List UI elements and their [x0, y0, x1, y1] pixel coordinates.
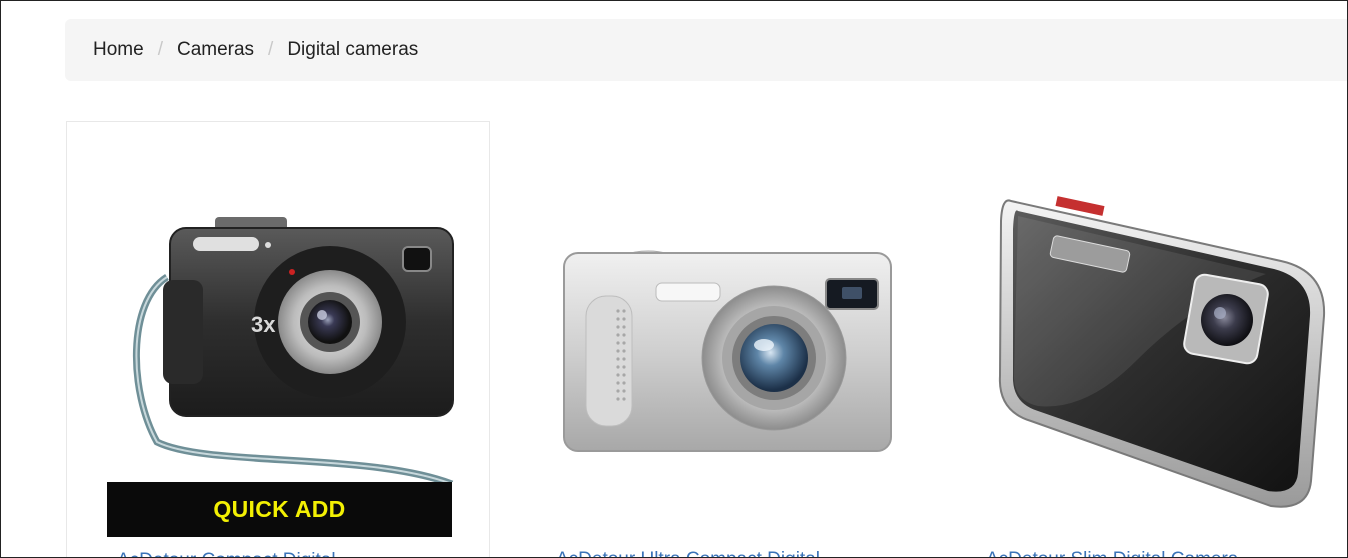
breadcrumb-cameras-link[interactable]: Cameras: [177, 39, 254, 61]
product-card[interactable]: AcDetour Ultra Compact Digital: [506, 121, 930, 557]
product-image-slim-camera[interactable]: [936, 121, 1348, 521]
product-title-link[interactable]: AcDetour Compact Digital: [117, 550, 336, 557]
quick-add-button[interactable]: QUICK ADD: [107, 482, 452, 537]
zoom-label: 3x: [251, 312, 276, 337]
product-card[interactable]: 3x QUICK ADD AcDetour Compact Digital: [66, 121, 491, 557]
breadcrumb-current: Digital cameras: [287, 39, 419, 60]
breadcrumb: Home / Cameras / Digital cameras: [65, 19, 1347, 81]
product-image-ultra-compact-camera[interactable]: [506, 121, 930, 481]
product-title-link[interactable]: AcDetour Slim Digital Camera: [986, 549, 1238, 557]
breadcrumb-separator: /: [157, 39, 163, 60]
product-title-link[interactable]: AcDetour Ultra Compact Digital: [556, 549, 820, 557]
breadcrumb-separator: /: [268, 39, 274, 60]
product-card[interactable]: AcDetour Slim Digital Camera: [936, 121, 1348, 557]
breadcrumb-home-link[interactable]: Home: [93, 39, 144, 61]
page-frame: Home / Cameras / Digital cameras 3x QUIC…: [0, 0, 1348, 558]
product-image-compact-camera[interactable]: 3x: [67, 122, 491, 482]
